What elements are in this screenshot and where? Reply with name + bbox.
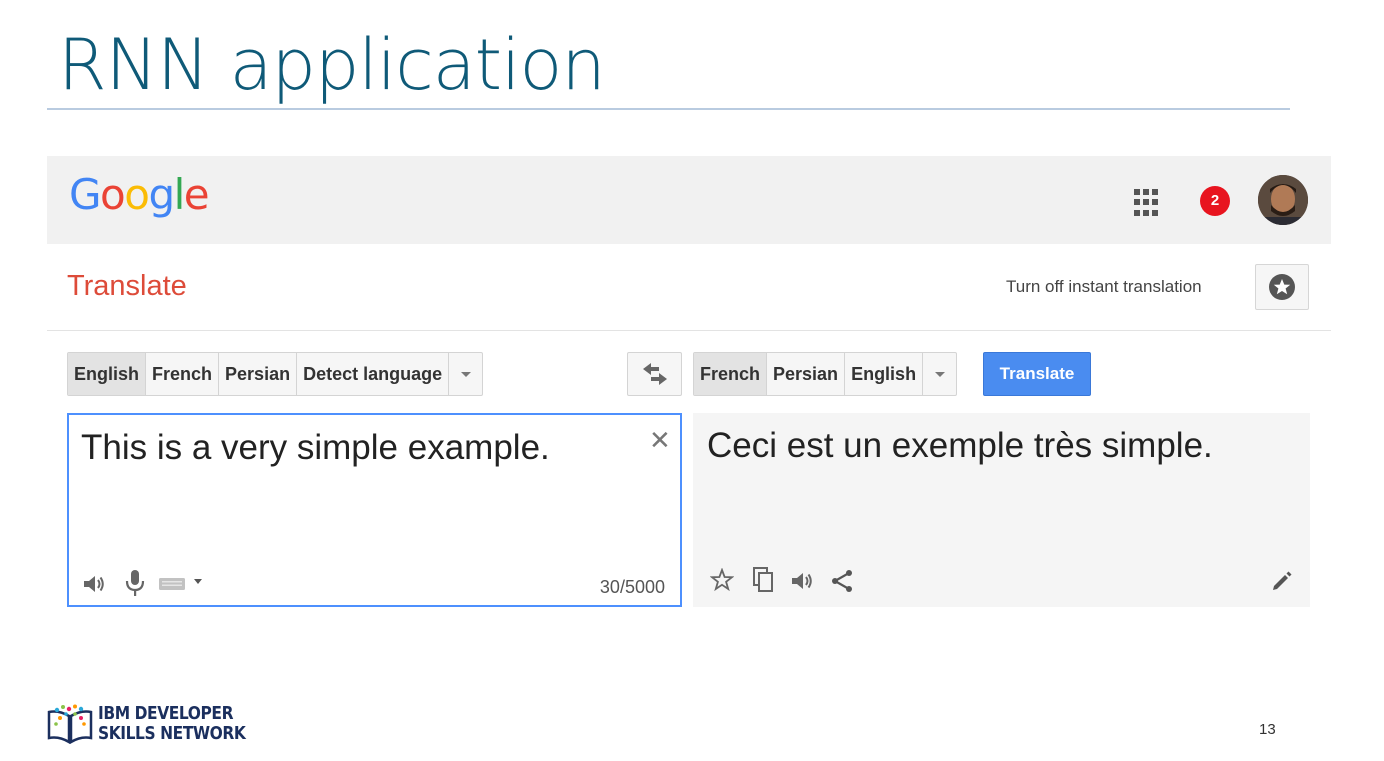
character-count: 30/5000 — [599, 577, 665, 597]
star-circle-icon — [1268, 273, 1296, 301]
slide-title: RNN application — [58, 24, 606, 106]
target-lang-french[interactable]: French — [694, 353, 768, 395]
pencil-icon[interactable] — [1269, 568, 1295, 594]
google-logo[interactable]: Google — [69, 174, 210, 216]
speaker-icon[interactable] — [81, 571, 107, 597]
source-lang-persian[interactable]: Persian — [219, 353, 298, 395]
swap-arrows-icon — [641, 363, 669, 385]
ibm-logo-mark — [47, 704, 93, 745]
source-text-box[interactable]: This is a very simple example. ✕ 30/5000 — [67, 413, 682, 607]
source-lang-english[interactable]: English — [68, 353, 147, 395]
result-text-box: Ceci est un exemple très simple. — [693, 413, 1310, 607]
target-lang-english[interactable]: English — [845, 353, 924, 395]
google-logo-letter: l — [173, 170, 186, 219]
translate-button[interactable]: Translate — [983, 352, 1091, 396]
microphone-icon[interactable] — [123, 568, 147, 598]
source-lang-french[interactable]: French — [146, 353, 220, 395]
target-language-bar: French Persian English — [693, 352, 958, 396]
translate-title: Translate — [67, 270, 187, 302]
google-logo-letter: o — [100, 170, 126, 219]
speaker-icon[interactable] — [789, 568, 815, 594]
avatar[interactable] — [1258, 175, 1308, 225]
source-language-bar: English French Persian Detect language — [67, 352, 484, 396]
google-logo-letter: o — [124, 170, 150, 219]
ibm-logo-line1: IBM DEVELOPER — [98, 703, 234, 724]
google-logo-letter: g — [148, 170, 175, 219]
clear-icon[interactable]: ✕ — [649, 427, 671, 453]
instant-translation-toggle[interactable]: Turn off instant translation — [1006, 277, 1202, 297]
google-logo-letter: e — [183, 170, 210, 219]
keyboard-icon[interactable] — [159, 573, 207, 593]
page-number: 13 — [1259, 721, 1276, 738]
target-lang-dropdown[interactable] — [923, 353, 956, 395]
result-text: Ceci est un exemple très simple. — [707, 426, 1213, 465]
swap-languages-button[interactable] — [627, 352, 682, 396]
apps-grid-icon[interactable] — [1134, 189, 1162, 217]
copy-icon[interactable] — [750, 566, 776, 594]
ibm-logo-text: IBM DEVELOPER SKILLS NETWORK — [98, 703, 246, 744]
phrasebook-button[interactable] — [1255, 264, 1309, 310]
target-lang-persian[interactable]: Persian — [767, 353, 846, 395]
source-text-input[interactable]: This is a very simple example. — [81, 428, 550, 468]
title-divider — [47, 108, 1290, 110]
source-lang-detect[interactable]: Detect language — [297, 353, 450, 395]
google-logo-letter: G — [69, 170, 102, 219]
ibm-logo-line2: SKILLS NETWORK — [98, 723, 246, 744]
source-lang-dropdown[interactable] — [449, 353, 482, 395]
star-outline-icon[interactable] — [709, 567, 735, 593]
notification-badge[interactable]: 2 — [1200, 186, 1230, 216]
section-divider — [47, 330, 1331, 331]
chevron-down-icon — [934, 371, 945, 377]
share-icon[interactable] — [829, 568, 855, 594]
google-header: Google 2 — [47, 156, 1331, 244]
chevron-down-icon — [460, 371, 471, 377]
